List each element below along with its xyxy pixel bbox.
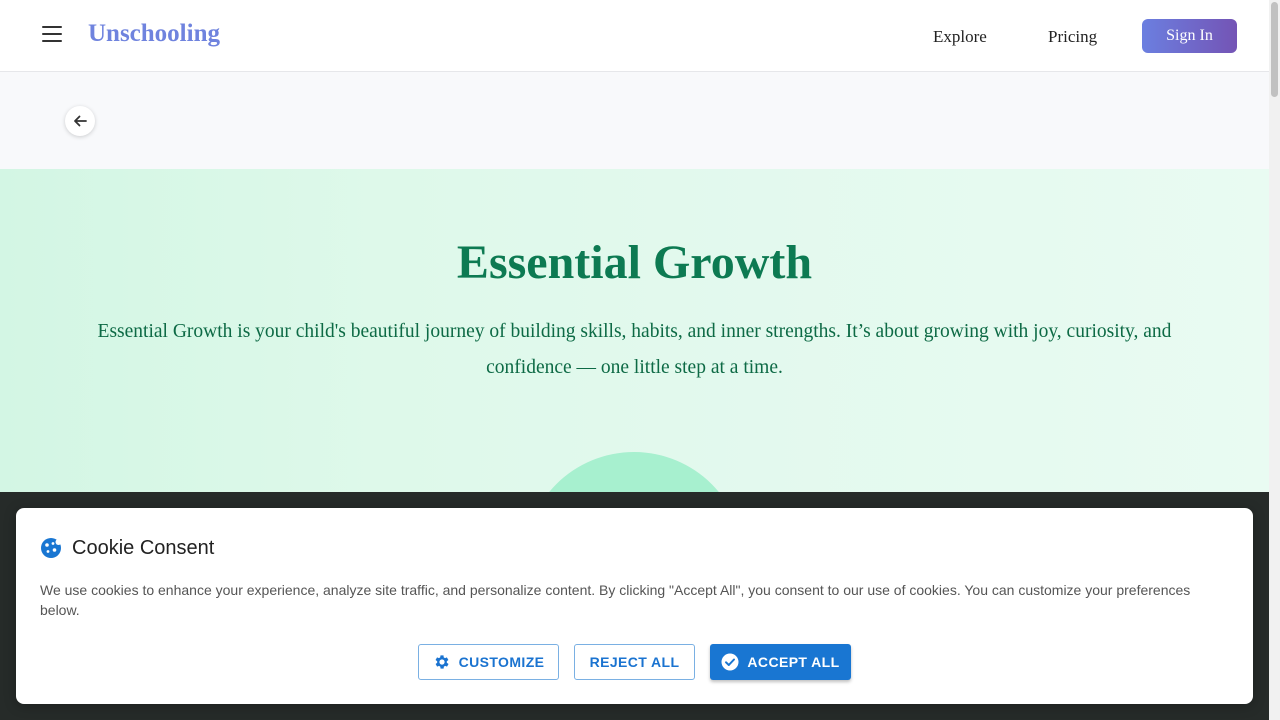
nav-pricing[interactable]: Pricing xyxy=(1048,27,1097,47)
back-button[interactable] xyxy=(65,106,95,136)
hero-description: Essential Growth is your child's beautif… xyxy=(97,321,1172,378)
reject-all-button[interactable]: REJECT ALL xyxy=(574,644,695,680)
hamburger-icon[interactable] xyxy=(40,26,64,46)
check-circle-icon xyxy=(721,653,739,671)
hero-illustration xyxy=(524,452,744,492)
top-header: Unschooling Explore Pricing Sign In xyxy=(0,0,1269,72)
accept-all-button[interactable]: ACCEPT ALL xyxy=(710,644,851,680)
brand-logo[interactable]: Unschooling xyxy=(88,20,220,48)
cookie-consent-dialog: Cookie Consent We use cookies to enhance… xyxy=(16,508,1253,704)
scrollbar-thumb[interactable] xyxy=(1271,2,1278,97)
arrow-left-icon xyxy=(74,115,87,127)
page-title: Essential Growth xyxy=(456,236,813,289)
back-bar xyxy=(0,72,1269,169)
reject-label: REJECT ALL xyxy=(589,654,680,670)
gear-icon xyxy=(435,655,449,669)
customize-button[interactable]: CUSTOMIZE xyxy=(418,644,559,680)
sign-in-button[interactable]: Sign In xyxy=(1142,19,1237,53)
page-scrollbar[interactable] xyxy=(1269,0,1280,720)
cookie-description: We use cookies to enhance your experienc… xyxy=(40,582,1191,618)
accept-label: ACCEPT ALL xyxy=(747,654,840,670)
cookie-icon xyxy=(41,538,62,558)
cookie-title: Cookie Consent xyxy=(72,537,215,559)
customize-label: CUSTOMIZE xyxy=(458,654,545,670)
nav-explore[interactable]: Explore xyxy=(933,27,987,47)
hero-section: Essential Growth Essential Growth is you… xyxy=(0,169,1269,492)
